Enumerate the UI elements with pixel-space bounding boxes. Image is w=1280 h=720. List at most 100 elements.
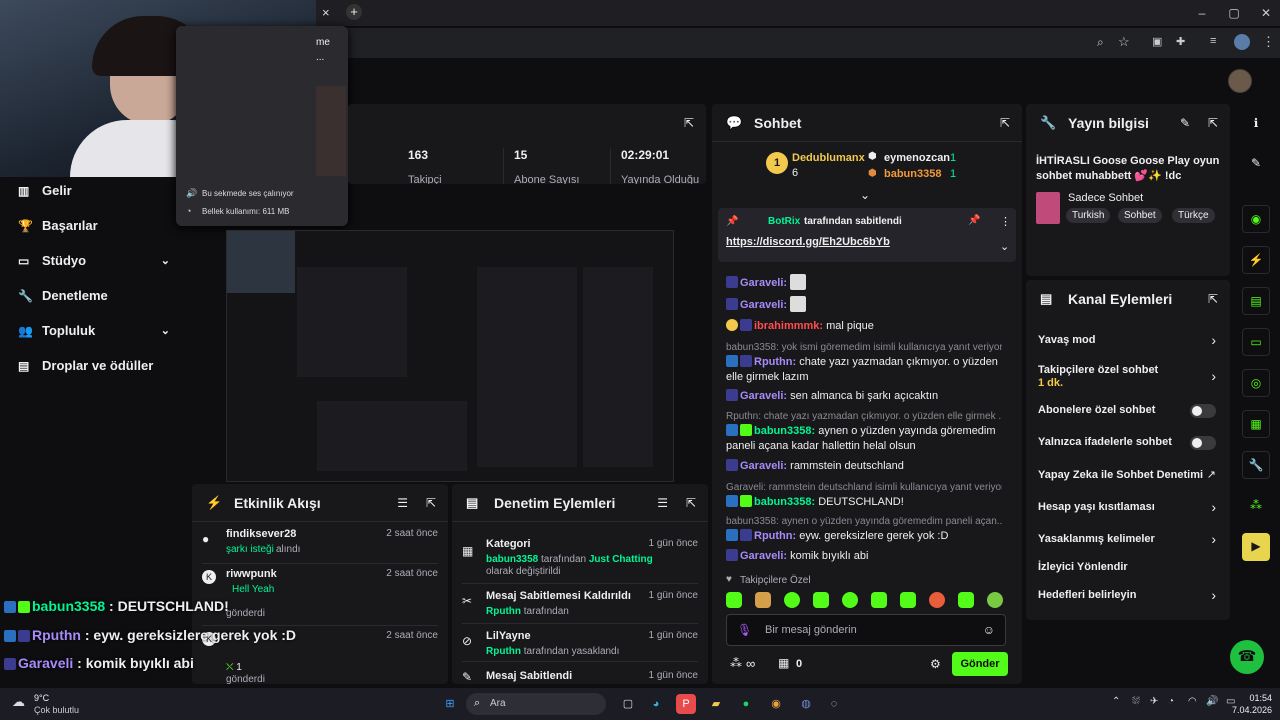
clipboard-icon[interactable]: ▤ bbox=[1242, 287, 1270, 315]
support-chat-icon[interactable]: ☎ bbox=[1230, 640, 1264, 674]
emote-icon[interactable] bbox=[958, 592, 974, 608]
emote-icon[interactable] bbox=[784, 592, 800, 608]
tag-chip[interactable]: Türkçe bbox=[1172, 208, 1215, 223]
filter-icon[interactable]: ☰ bbox=[397, 496, 408, 510]
popout-icon[interactable]: ⇱ bbox=[1208, 116, 1218, 130]
file-explorer-icon[interactable]: ▰ bbox=[706, 694, 726, 714]
nav-item-studyo[interactable]: ▭ Stüdyo ⌄ bbox=[18, 253, 170, 268]
microphone-icon[interactable]: 🎙 bbox=[737, 623, 752, 637]
close-window-icon[interactable]: ✕ bbox=[1258, 5, 1274, 21]
emote-only-toggle[interactable] bbox=[1190, 436, 1216, 450]
tray-app-icon[interactable]: ◔ bbox=[1168, 696, 1174, 707]
tag-chip[interactable]: Sohbet bbox=[1118, 208, 1162, 223]
chat-user[interactable]: babun3358: bbox=[754, 425, 815, 437]
action-banned-words[interactable]: Yasaklanmış kelimeler › bbox=[1026, 531, 1230, 555]
task-view-icon[interactable]: ▢ bbox=[618, 694, 638, 714]
taskbar-search[interactable]: ⌕ Ara bbox=[466, 693, 606, 715]
stats-icon[interactable]: ⁂ bbox=[730, 656, 742, 670]
emote-icon[interactable] bbox=[842, 592, 858, 608]
extension-icon[interactable]: ▣ bbox=[1152, 35, 1162, 48]
tray-app-icon[interactable]: ✈ bbox=[1150, 696, 1158, 707]
maximize-icon[interactable]: ▢ bbox=[1226, 5, 1242, 21]
channel-icon[interactable]: ▦ bbox=[1242, 410, 1270, 438]
action-account-age[interactable]: Hesap yaşı kısıtlaması › bbox=[1026, 499, 1230, 523]
action-followers-only[interactable]: Takipçilere özel sohbet 1 dk. › bbox=[1026, 364, 1230, 394]
zoom-icon[interactable]: ⌕ bbox=[1097, 35, 1104, 50]
wrench-icon[interactable]: 🔧 bbox=[1242, 451, 1270, 479]
avatar[interactable] bbox=[1228, 69, 1252, 93]
spotify-icon[interactable]: ● bbox=[736, 694, 756, 714]
emote-icon[interactable] bbox=[900, 592, 916, 608]
chat-user[interactable]: babun3358: bbox=[754, 496, 815, 508]
action-goals[interactable]: Hedefleri belirleyin › bbox=[1026, 587, 1230, 611]
speaker-icon[interactable]: 🔊 bbox=[1206, 696, 1218, 707]
emote-icon[interactable] bbox=[987, 592, 1003, 608]
tray-chevron-icon[interactable]: ⌃ bbox=[1112, 696, 1120, 707]
filter-icon[interactable]: ☰ bbox=[657, 496, 668, 510]
emote-icon[interactable] bbox=[871, 592, 887, 608]
stream-preview-video[interactable] bbox=[226, 230, 674, 482]
leader-name[interactable]: Dedublumanx bbox=[792, 152, 865, 164]
chat-user[interactable]: Garaveli: bbox=[740, 390, 787, 402]
community-icon[interactable]: ⁂ bbox=[1242, 492, 1270, 520]
action-ai-moderation[interactable]: Yapay Zeka ile Sohbet Denetimi ↗ bbox=[1026, 469, 1230, 491]
menu-icon[interactable]: ⋮ bbox=[1262, 34, 1275, 50]
emoji-icon[interactable]: ☺ bbox=[983, 623, 995, 637]
chat-user[interactable]: Rputhn: bbox=[754, 530, 796, 542]
media-icon[interactable]: ≡ bbox=[1210, 35, 1216, 47]
settings-gear-icon[interactable]: ⚙ bbox=[930, 657, 941, 671]
nav-item-topluluk[interactable]: 👥 Topluluk ⌄ bbox=[18, 323, 170, 338]
new-tab-button[interactable]: + bbox=[346, 4, 362, 20]
clapper-icon[interactable]: ▶ bbox=[1242, 533, 1270, 561]
leader-name[interactable]: eymenozcan bbox=[884, 152, 950, 164]
chat-user[interactable]: Garaveli: bbox=[740, 299, 787, 311]
edit-pencil-icon[interactable]: ✎ bbox=[1180, 116, 1190, 130]
leader-name[interactable]: babun3358 bbox=[884, 168, 941, 180]
tray-app-icon[interactable]: ⛆ bbox=[1132, 696, 1140, 707]
unpin-button[interactable]: 📌 bbox=[968, 215, 980, 226]
nav-item-denetleme[interactable]: 🔧 Denetleme bbox=[18, 288, 108, 303]
puzzle-icon[interactable]: ✚ bbox=[1176, 35, 1185, 48]
store-icon[interactable]: ▦ bbox=[778, 656, 789, 670]
nav-item-gelir[interactable]: ▥ Gelir bbox=[18, 183, 72, 198]
emote-icon[interactable] bbox=[755, 592, 771, 608]
chat-user[interactable]: Garaveli: bbox=[740, 460, 787, 472]
category-name[interactable]: Sadece Sohbet bbox=[1068, 192, 1143, 204]
subs-only-toggle[interactable] bbox=[1190, 404, 1216, 418]
app-icon[interactable]: ◌ bbox=[824, 694, 844, 714]
popout-icon[interactable]: ⇱ bbox=[686, 496, 696, 510]
tag-chip[interactable]: Turkish bbox=[1066, 208, 1111, 223]
nav-item-droplar[interactable]: ▤ Droplar ve ödüller bbox=[18, 358, 153, 373]
minimize-icon[interactable]: – bbox=[1194, 5, 1210, 21]
chat-user[interactable]: Garaveli: bbox=[740, 550, 787, 562]
chat-user[interactable]: ibrahimmmk: bbox=[754, 320, 823, 332]
collapse-leaders-icon[interactable]: ⌄ bbox=[860, 188, 870, 202]
chat-user[interactable]: Garaveli: bbox=[740, 277, 787, 289]
broadcast-icon[interactable]: ◎ bbox=[1242, 369, 1270, 397]
popout-icon[interactable]: ⇱ bbox=[1000, 116, 1010, 130]
wifi-icon[interactable]: ◠ bbox=[1188, 696, 1197, 707]
info-icon[interactable]: ℹ bbox=[1242, 110, 1270, 138]
app-icon[interactable]: P bbox=[676, 694, 696, 714]
discord-icon[interactable]: ◍ bbox=[796, 694, 816, 714]
nav-item-basarilar[interactable]: 🏆 Başarılar bbox=[18, 218, 98, 233]
pinned-link[interactable]: https://discord.gg/Eh2Ubc6bYb bbox=[726, 236, 890, 248]
popout-icon[interactable]: ⇱ bbox=[684, 116, 694, 130]
close-tab-icon[interactable]: × bbox=[322, 5, 330, 20]
emote-icon[interactable] bbox=[929, 592, 945, 608]
bookmark-star-icon[interactable]: ☆ bbox=[1118, 34, 1130, 50]
popout-icon[interactable]: ⇱ bbox=[426, 496, 436, 510]
chat-input[interactable]: 🎙 Bir mesaj gönderin ☺ bbox=[726, 614, 1006, 646]
weather-icon[interactable]: ☁ bbox=[12, 694, 25, 710]
action-raid[interactable]: İzleyici Yönlendir bbox=[1026, 561, 1230, 583]
edit-pencil-icon[interactable]: ✎ bbox=[1242, 150, 1270, 178]
popout-icon[interactable]: ⇱ bbox=[1208, 292, 1218, 306]
camera-icon[interactable]: ◉ bbox=[1242, 205, 1270, 233]
windows-start-icon[interactable]: ⊞ bbox=[440, 694, 460, 714]
chevron-down-icon[interactable]: ⌄ bbox=[1000, 240, 1009, 253]
bolt-icon[interactable]: ⚡ bbox=[1242, 246, 1270, 274]
more-options-icon[interactable]: ⋮ bbox=[1000, 215, 1011, 228]
edge-icon[interactable]: ◕ bbox=[646, 694, 666, 714]
profile-icon[interactable] bbox=[1234, 34, 1250, 50]
chrome-icon[interactable]: ◉ bbox=[766, 694, 786, 714]
